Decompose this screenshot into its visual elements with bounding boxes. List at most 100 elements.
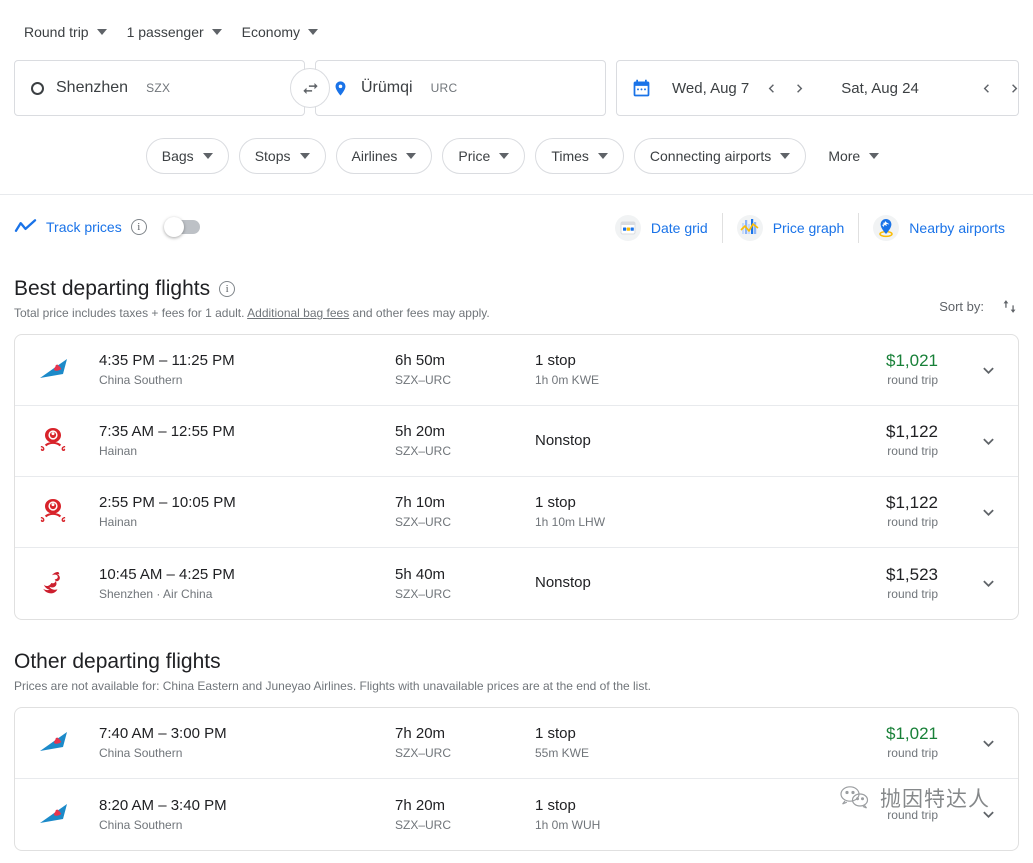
depart-date-text[interactable]: Wed, Aug 7	[664, 74, 757, 103]
chevron-down-icon	[308, 29, 318, 35]
filter-chip-label: Airlines	[352, 148, 398, 164]
cabin-class-selector[interactable]: Economy	[232, 18, 328, 46]
airline-logo	[37, 356, 99, 384]
chevron-down-icon	[978, 502, 999, 523]
passengers-selector[interactable]: 1 passenger	[117, 18, 232, 46]
track-prices-group: Track prices i	[14, 218, 200, 236]
chevron-right-icon	[791, 80, 808, 97]
table-row[interactable]: 10:45 AM – 4:25 PM Shenzhen · Air China …	[15, 548, 1018, 619]
filter-chip-label: Bags	[162, 148, 194, 164]
return-date-segment[interactable]: Sat, Aug 24	[833, 74, 1029, 103]
flight-stops: 1 stop 1h 0m WUH	[535, 796, 803, 834]
date-grid-button[interactable]: Date grid	[601, 209, 722, 247]
depart-date-segment[interactable]: Wed, Aug 7	[664, 74, 813, 103]
flight-duration: 7h 10m SZX–URC	[395, 493, 535, 531]
duration-value: 5h 40m	[395, 565, 535, 584]
depart-date-prev-button[interactable]	[757, 74, 785, 102]
info-icon[interactable]: i	[219, 281, 235, 297]
table-row[interactable]: 7:40 AM – 3:00 PM China Southern 7h 20m …	[15, 708, 1018, 779]
airline-logo	[37, 801, 99, 829]
tools-row: Track prices i Date grid	[0, 195, 1033, 257]
price-graph-icon	[737, 215, 763, 241]
table-row[interactable]: 2:55 PM – 10:05 PM Hainan 7h 10m SZX–URC…	[15, 477, 1018, 548]
flight-duration: 6h 50m SZX–URC	[395, 351, 535, 389]
price-note: round trip	[803, 807, 938, 824]
flight-duration: 5h 20m SZX–URC	[395, 422, 535, 460]
return-date-prev-button[interactable]	[973, 74, 1001, 102]
results-area: Best departing flights i Total price inc…	[0, 257, 1033, 851]
flight-times: 4:35 PM – 11:25 PM China Southern	[99, 351, 395, 389]
flight-time-range: 8:20 AM – 3:40 PM	[99, 796, 395, 815]
other-flights-title-row: Other departing flights	[14, 650, 651, 674]
destination-input[interactable]: Ürümqi URC	[315, 60, 606, 116]
flight-duration: 7h 20m SZX–URC	[395, 796, 535, 834]
chevron-down-icon	[978, 733, 999, 754]
track-prices-toggle[interactable]	[166, 220, 200, 234]
best-flights-title-row: Best departing flights i	[14, 277, 490, 301]
date-grid-icon	[615, 215, 641, 241]
expand-row-button[interactable]	[972, 733, 1004, 754]
stops-value: 1 stop	[535, 351, 803, 370]
depart-date-next-button[interactable]	[785, 74, 813, 102]
flight-price: $1,122 round trip	[803, 422, 972, 460]
track-prices-label[interactable]: Track prices	[46, 219, 122, 235]
cabin-class-label: Economy	[242, 24, 300, 40]
swap-button[interactable]	[290, 68, 330, 108]
hainan-logo	[37, 497, 69, 527]
expand-row-button[interactable]	[972, 804, 1004, 825]
expand-row-button[interactable]	[972, 573, 1004, 594]
chevron-left-icon	[978, 80, 995, 97]
places-group: Shenzhen SZX Ürümqi URC	[14, 60, 606, 116]
table-row[interactable]: 8:20 AM – 3:40 PM China Southern 7h 20m …	[15, 779, 1018, 850]
chevron-down-icon	[978, 431, 999, 452]
flight-airline: China Southern	[99, 817, 395, 834]
origin-code: SZX	[146, 81, 170, 95]
chevron-down-icon	[300, 153, 310, 159]
filter-chip-price[interactable]: Price	[442, 138, 525, 174]
chevron-left-icon	[763, 80, 780, 97]
origin-input[interactable]: Shenzhen SZX	[14, 60, 305, 116]
origin-city: Shenzhen	[56, 79, 128, 97]
filter-chip-stops[interactable]: Stops	[239, 138, 326, 174]
stops-value: Nonstop	[535, 431, 803, 450]
return-date-next-button[interactable]	[1001, 74, 1029, 102]
filter-chip-times[interactable]: Times	[535, 138, 624, 174]
nearby-airports-button[interactable]: Nearby airports	[859, 209, 1019, 247]
date-range-picker[interactable]: Wed, Aug 7 Sat, Aug 24	[616, 60, 1019, 116]
additional-bag-fees-link[interactable]: Additional bag fees	[247, 306, 349, 320]
price-note: round trip	[803, 443, 938, 460]
route-value: SZX–URC	[395, 443, 535, 460]
expand-row-button[interactable]	[972, 502, 1004, 523]
filter-chip-bags[interactable]: Bags	[146, 138, 229, 174]
return-date-text[interactable]: Sat, Aug 24	[833, 74, 927, 103]
flight-price: $1,523 round trip	[803, 565, 972, 603]
expand-row-button[interactable]	[972, 360, 1004, 381]
filter-chip-connecting-airports[interactable]: Connecting airports	[634, 138, 806, 174]
passengers-label: 1 passenger	[127, 24, 204, 40]
chevron-down-icon	[212, 29, 222, 35]
price-graph-button[interactable]: Price graph	[723, 209, 859, 247]
flight-airline: Hainan	[99, 443, 395, 460]
flight-airline: Hainan	[99, 514, 395, 531]
chevron-down-icon	[97, 29, 107, 35]
price-graph-label: Price graph	[773, 220, 845, 236]
filter-chip-more[interactable]: More	[816, 138, 887, 174]
table-row[interactable]: 4:35 PM – 11:25 PM China Southern 6h 50m…	[15, 335, 1018, 406]
flight-price: round trip	[803, 806, 972, 824]
info-icon[interactable]: i	[131, 219, 147, 235]
filter-chip-label: More	[828, 148, 860, 164]
section-title: Other departing flights	[14, 650, 221, 674]
search-panel: Round trip 1 passenger Economy Shenzhen …	[0, 0, 1033, 194]
route-value: SZX–URC	[395, 514, 535, 531]
flight-price: $1,021 round trip	[803, 724, 972, 762]
duration-value: 5h 20m	[395, 422, 535, 441]
duration-value: 6h 50m	[395, 351, 535, 370]
expand-row-button[interactable]	[972, 431, 1004, 452]
filter-chip-airlines[interactable]: Airlines	[336, 138, 433, 174]
sort-icon[interactable]	[1000, 297, 1019, 316]
table-row[interactable]: 7:35 AM – 12:55 PM Hainan 5h 20m SZX–URC…	[15, 406, 1018, 477]
destination-code: URC	[431, 81, 458, 95]
trip-type-selector[interactable]: Round trip	[14, 18, 117, 46]
sort-by-label: Sort by:	[939, 299, 984, 314]
sort-control: Sort by:	[939, 297, 1019, 316]
